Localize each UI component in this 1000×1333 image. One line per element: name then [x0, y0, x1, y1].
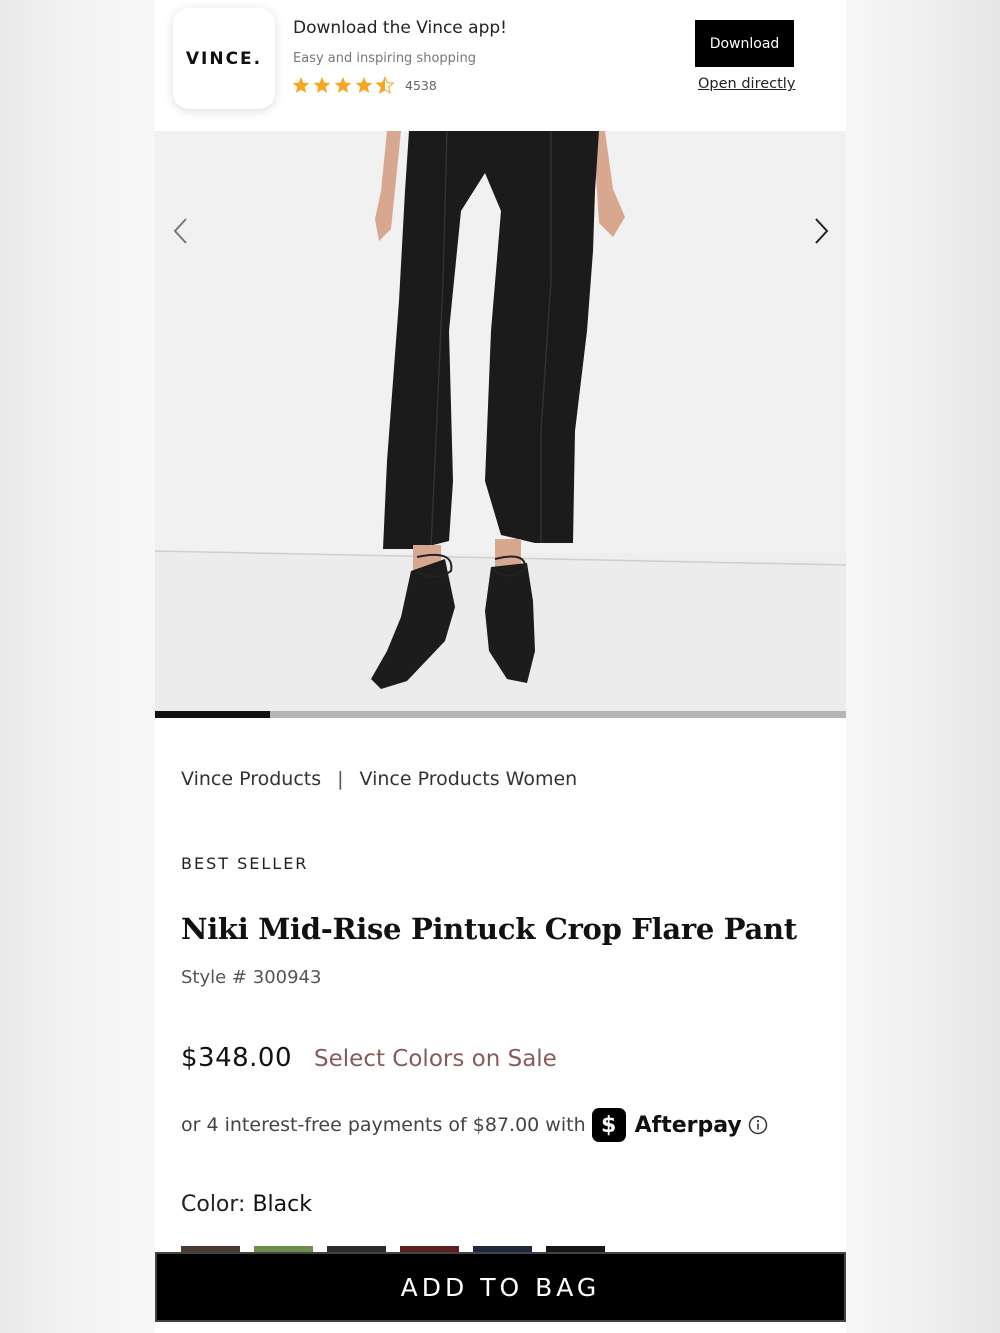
afterpay-message: or 4 interest-free payments of $87.00 wi… [181, 1108, 768, 1142]
breadcrumb-item-vince-products-women[interactable]: Vince Products Women [360, 768, 578, 790]
star-icon [334, 77, 352, 93]
breadcrumb: Vince Products | Vince Products Women [181, 768, 577, 790]
color-label-row: Color: Black [181, 1192, 312, 1217]
download-app-button[interactable]: Download [695, 20, 794, 67]
chevron-right-icon [815, 218, 829, 244]
style-number: Style # 300943 [181, 967, 322, 988]
best-seller-badge: BEST SELLER [181, 854, 309, 873]
product-title: Niki Mid-Rise Pintuck Crop Flare Pant [181, 912, 797, 946]
next-image-button[interactable] [807, 216, 837, 246]
product-photo [155, 131, 846, 711]
app-download-banner: VINCE. Download the Vince app! Easy and … [155, 0, 846, 131]
banner-title: Download the Vince app! [293, 18, 507, 38]
half-star-icon [376, 77, 394, 94]
chevron-left-icon [173, 218, 187, 244]
color-label: Color: [181, 1192, 246, 1217]
gallery-progress-bar [155, 711, 846, 718]
star-icon [355, 77, 373, 93]
afterpay-logo-icon: $ [591, 1108, 626, 1142]
rating-count: 4538 [405, 78, 437, 93]
gallery-progress-fill [155, 711, 271, 718]
rating-stars: 4538 [292, 77, 437, 94]
price-row: $348.00 Select Colors on Sale [181, 1043, 557, 1073]
select-colors-on-sale-link[interactable]: Select Colors on Sale [314, 1046, 557, 1072]
product-page: VINCE. Download the Vince app! Easy and … [155, 0, 846, 1333]
banner-subtitle: Easy and inspiring shopping [293, 51, 477, 66]
afterpay-text: or 4 interest-free payments of $87.00 wi… [181, 1114, 586, 1136]
info-icon[interactable] [748, 1115, 768, 1135]
selected-color-value: Black [252, 1192, 312, 1217]
app-logo-icon: VINCE. [173, 8, 275, 109]
product-price: $348.00 [181, 1043, 293, 1073]
previous-image-button[interactable] [165, 216, 195, 246]
afterpay-brand: Afterpay [634, 1112, 742, 1138]
app-logo-text: VINCE. [185, 48, 263, 69]
breadcrumb-item-vince-products[interactable]: Vince Products [181, 768, 321, 790]
breadcrumb-separator: | [337, 768, 344, 790]
star-icon [292, 77, 310, 93]
add-to-bag-button[interactable]: ADD TO BAG [155, 1252, 846, 1322]
star-icon [313, 77, 331, 93]
product-image-carousel[interactable] [155, 131, 846, 711]
open-directly-link[interactable]: Open directly [698, 76, 795, 92]
